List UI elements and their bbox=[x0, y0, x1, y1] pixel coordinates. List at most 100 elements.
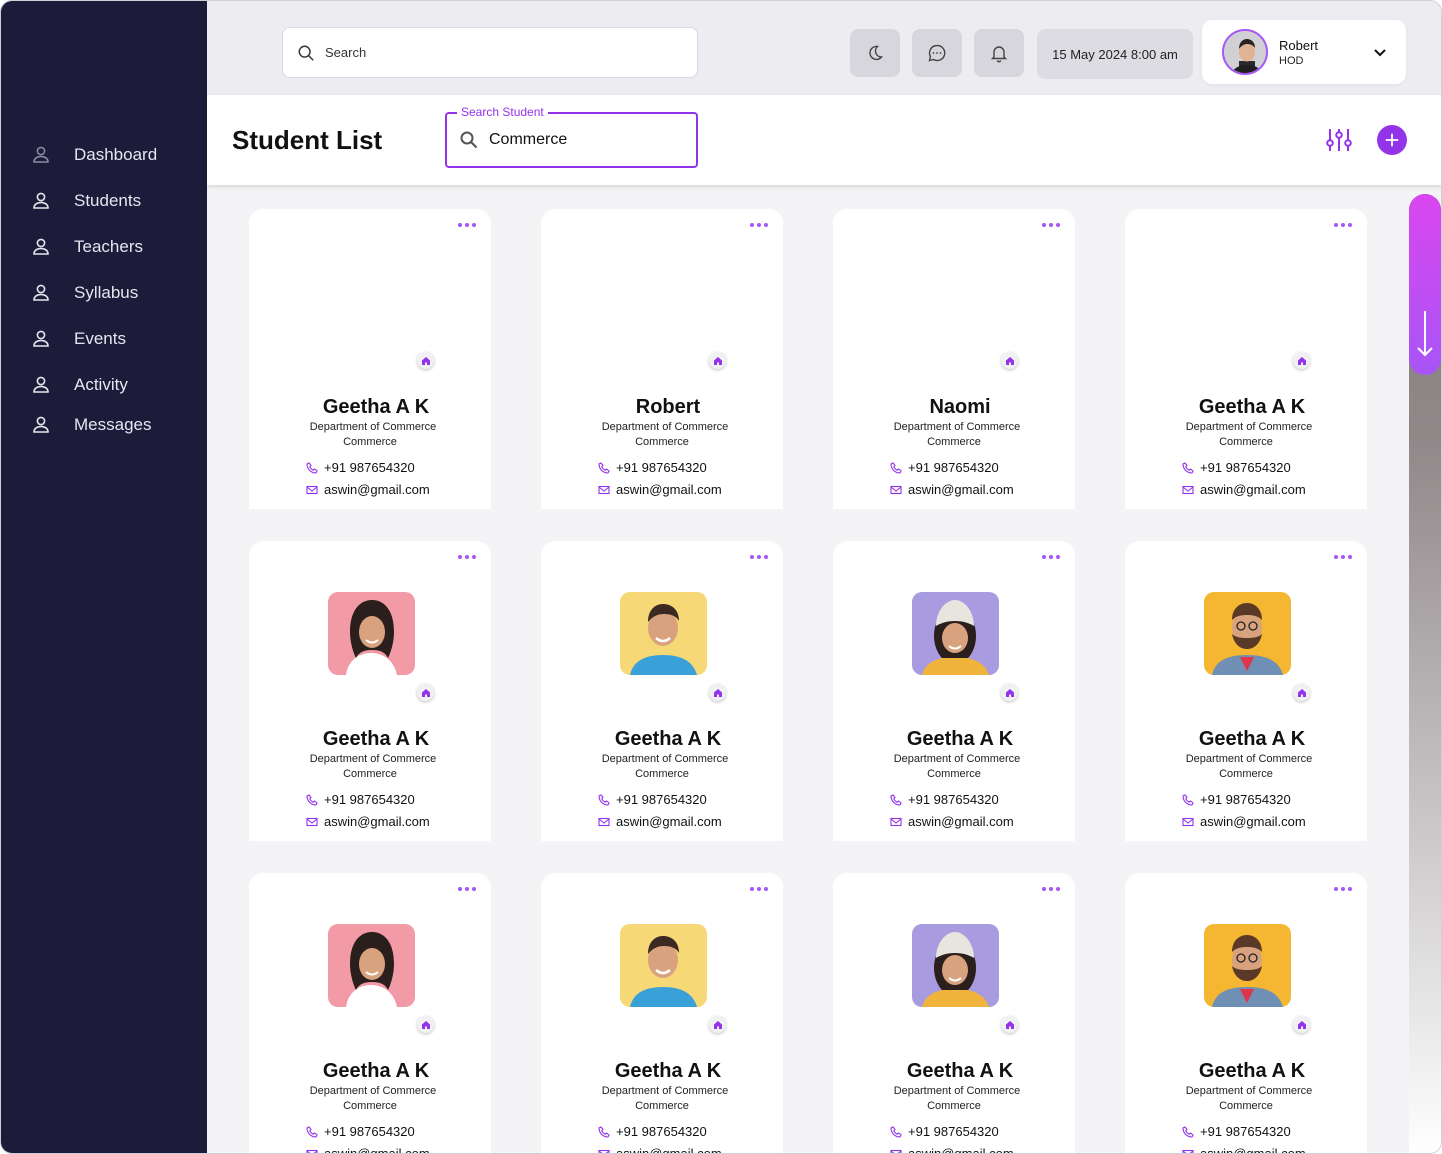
student-name: Geetha A K bbox=[614, 1060, 722, 1082]
student-card[interactable]: Geetha A K Department of Commerce Commer… bbox=[1125, 541, 1367, 841]
home-icon[interactable] bbox=[417, 684, 434, 701]
home-icon[interactable] bbox=[417, 352, 434, 369]
user-icon bbox=[31, 237, 51, 257]
phone-text: +91 987654320 bbox=[324, 1124, 415, 1139]
phone-text: +91 987654320 bbox=[324, 460, 415, 475]
student-email[interactable]: aswin@gmail.com bbox=[1182, 1146, 1306, 1153]
student-email[interactable]: aswin@gmail.com bbox=[890, 482, 1014, 497]
messages-button[interactable] bbox=[912, 29, 962, 77]
student-card[interactable]: Robert Department of Commerce Commerce +… bbox=[541, 209, 783, 509]
student-card[interactable]: Geetha A K Department of Commerce Commer… bbox=[541, 873, 783, 1154]
search-icon bbox=[460, 131, 478, 149]
sidebar-item-students[interactable]: Students bbox=[31, 189, 201, 213]
student-department: Department of Commerce bbox=[309, 753, 437, 765]
filter-icon[interactable] bbox=[1325, 126, 1353, 154]
more-options-icon[interactable] bbox=[1334, 553, 1352, 561]
add-student-button[interactable] bbox=[1377, 125, 1407, 155]
student-phone: +91 987654320 bbox=[890, 460, 999, 475]
phone-icon bbox=[890, 1125, 908, 1138]
more-options-icon[interactable] bbox=[1042, 885, 1060, 893]
student-email[interactable]: aswin@gmail.com bbox=[1182, 814, 1306, 829]
more-options-icon[interactable] bbox=[1042, 221, 1060, 229]
student-card[interactable]: Geetha A K Department of Commerce Commer… bbox=[541, 541, 783, 841]
user-profile-menu[interactable]: Robert HOD bbox=[1202, 20, 1406, 84]
home-icon[interactable] bbox=[1293, 684, 1310, 701]
home-icon[interactable] bbox=[1001, 684, 1018, 701]
student-email[interactable]: aswin@gmail.com bbox=[890, 1146, 1014, 1153]
student-email[interactable]: aswin@gmail.com bbox=[1182, 482, 1306, 497]
student-card[interactable]: Geetha A K Department of Commerce Commer… bbox=[249, 541, 491, 841]
student-email[interactable]: aswin@gmail.com bbox=[598, 1146, 722, 1154]
more-options-icon[interactable] bbox=[750, 885, 768, 893]
home-icon[interactable] bbox=[1001, 1016, 1018, 1033]
notifications-button[interactable] bbox=[974, 29, 1024, 77]
scrollbar-thumb[interactable] bbox=[1409, 194, 1441, 375]
student-card[interactable]: Geetha A K Department of Commerce Commer… bbox=[1125, 873, 1367, 1153]
mail-icon bbox=[890, 816, 908, 828]
mail-icon bbox=[306, 816, 324, 828]
home-icon[interactable] bbox=[417, 1016, 434, 1033]
sidebar-item-events[interactable]: Events bbox=[31, 327, 201, 351]
more-options-icon[interactable] bbox=[1334, 885, 1352, 893]
student-email[interactable]: aswin@gmail.com bbox=[598, 814, 722, 829]
page-header: Student List Search Student bbox=[207, 95, 1441, 185]
student-email[interactable]: aswin@gmail.com bbox=[890, 814, 1014, 829]
more-options-icon[interactable] bbox=[458, 221, 476, 229]
student-card[interactable]: Geetha A K Department of Commerce Commer… bbox=[833, 541, 1075, 841]
student-email[interactable]: aswin@gmail.com bbox=[306, 814, 430, 829]
student-department: Department of Commerce bbox=[601, 753, 729, 765]
sidebar-item-activity[interactable]: Activity bbox=[31, 373, 201, 397]
home-icon[interactable] bbox=[709, 1016, 726, 1033]
more-options-icon[interactable] bbox=[458, 553, 476, 561]
student-card[interactable]: Geetha A K Department of Commerce Commer… bbox=[249, 209, 491, 509]
phone-icon bbox=[598, 461, 616, 474]
sidebar: Dashboard Students Teachers Syllabus Eve… bbox=[1, 1, 207, 1153]
student-department: Department of Commerce bbox=[1185, 1085, 1313, 1097]
sidebar-item-messages[interactable]: Messages bbox=[31, 413, 201, 437]
more-options-icon[interactable] bbox=[750, 553, 768, 561]
student-email[interactable]: aswin@gmail.com bbox=[306, 1146, 430, 1153]
home-icon[interactable] bbox=[709, 352, 726, 369]
phone-icon bbox=[1182, 793, 1200, 806]
student-department: Department of Commerce bbox=[309, 421, 437, 433]
student-department: Department of Commerce bbox=[601, 421, 729, 433]
student-search-field[interactable]: Search Student bbox=[445, 105, 698, 168]
student-search-input[interactable] bbox=[489, 131, 679, 149]
student-grid: Geetha A K Department of Commerce Commer… bbox=[207, 185, 1407, 1154]
student-department: Department of Commerce bbox=[309, 1085, 437, 1097]
user-icon bbox=[31, 191, 51, 211]
sidebar-item-syllabus[interactable]: Syllabus bbox=[31, 281, 201, 305]
student-email[interactable]: aswin@gmail.com bbox=[306, 482, 430, 497]
sidebar-item-label: Teachers bbox=[74, 237, 143, 256]
home-icon[interactable] bbox=[709, 684, 726, 701]
moon-icon bbox=[869, 45, 883, 61]
user-icon bbox=[31, 145, 51, 165]
search-input[interactable] bbox=[325, 45, 665, 60]
student-card[interactable]: Geetha A K Department of Commerce Commer… bbox=[833, 873, 1075, 1153]
email-text: aswin@gmail.com bbox=[616, 1146, 722, 1154]
student-department: Department of Commerce bbox=[601, 1085, 729, 1097]
home-icon[interactable] bbox=[1293, 352, 1310, 369]
phone-icon bbox=[598, 1125, 616, 1138]
dark-mode-button[interactable] bbox=[850, 29, 900, 77]
student-card[interactable]: Geetha A K Department of Commerce Commer… bbox=[249, 873, 491, 1153]
phone-icon bbox=[306, 793, 324, 806]
sidebar-item-label: Events bbox=[74, 329, 126, 348]
home-icon[interactable] bbox=[1001, 352, 1018, 369]
student-card[interactable]: Naomi Department of Commerce Commerce +9… bbox=[833, 209, 1075, 509]
student-major: Commerce bbox=[927, 768, 981, 780]
phone-text: +91 987654320 bbox=[908, 460, 999, 475]
more-options-icon[interactable] bbox=[458, 885, 476, 893]
more-options-icon[interactable] bbox=[750, 221, 768, 229]
more-options-icon[interactable] bbox=[1334, 221, 1352, 229]
student-email[interactable]: aswin@gmail.com bbox=[598, 482, 722, 497]
student-department: Department of Commerce bbox=[1185, 421, 1313, 433]
sidebar-item-dashboard[interactable]: Dashboard bbox=[31, 143, 201, 167]
phone-text: +91 987654320 bbox=[616, 1124, 707, 1139]
student-card[interactable]: Geetha A K Department of Commerce Commer… bbox=[1125, 209, 1367, 509]
more-options-icon[interactable] bbox=[1042, 553, 1060, 561]
sidebar-item-teachers[interactable]: Teachers bbox=[31, 235, 201, 259]
global-search[interactable] bbox=[282, 27, 698, 78]
student-major: Commerce bbox=[927, 1100, 981, 1112]
home-icon[interactable] bbox=[1293, 1016, 1310, 1033]
